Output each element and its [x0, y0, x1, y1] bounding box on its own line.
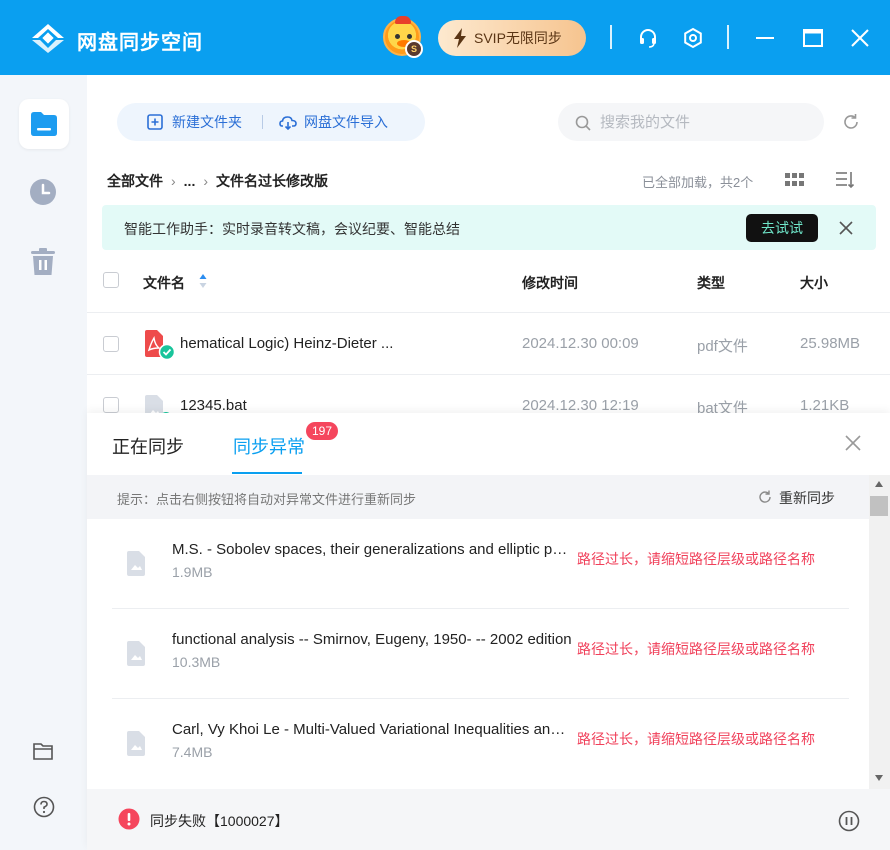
sidebar [0, 75, 87, 850]
list-item[interactable]: M.S. - Sobolev spaces, their generalizat… [112, 519, 849, 609]
file-name[interactable]: 12345.bat [180, 397, 247, 414]
breadcrumb-chevron-icon: › [203, 173, 209, 189]
file-name[interactable]: hematical Logic) Heinz-Dieter ... [180, 335, 393, 352]
column-header-name[interactable]: 文件名 [143, 273, 185, 293]
generic-file-icon [127, 641, 145, 666]
tab-syncing[interactable]: 正在同步 [112, 433, 184, 459]
minimize-icon[interactable] [754, 27, 776, 49]
error-message: 路径过长，请缩短路径层级或路径名称 [577, 731, 815, 747]
error-alert-icon [118, 808, 140, 830]
generic-file-icon [127, 551, 145, 576]
resync-button[interactable]: 重新同步 [779, 488, 835, 508]
scroll-up-icon[interactable] [874, 480, 884, 488]
banner-close-icon[interactable] [838, 220, 854, 236]
error-file-name: functional analysis -- Smirnov, Eugeny, … [172, 631, 572, 648]
list-item[interactable]: Carl, Vy Khoi Le - Multi-Valued Variatio… [112, 699, 849, 789]
list-item[interactable]: functional analysis -- Smirnov, Eugeny, … [112, 609, 849, 699]
titlebar-divider [727, 25, 729, 49]
search-box [558, 103, 824, 141]
try-button[interactable]: 去试试 [746, 214, 818, 242]
sort-icon[interactable] [835, 170, 855, 190]
import-label: 网盘文件导入 [304, 114, 388, 130]
sync-status-text: 同步失败【1000027】 [150, 813, 289, 829]
breadcrumb-ellipsis[interactable]: ... [184, 173, 196, 189]
close-icon[interactable] [849, 27, 871, 49]
new-folder-label: 新建文件夹 [172, 114, 242, 130]
sort-arrow-icon[interactable] [199, 273, 207, 289]
file-modified: 2024.12.30 00:09 [522, 335, 639, 352]
column-header-modified[interactable]: 修改时间 [522, 273, 578, 293]
breadcrumb-root[interactable]: 全部文件 [107, 171, 163, 191]
settings-icon[interactable] [682, 27, 704, 49]
svip-button[interactable]: SVIP无限同步 [438, 20, 586, 56]
error-file-name: Carl, Vy Khoi Le - Multi-Valued Variatio… [172, 721, 572, 738]
banner-text: 智能工作助手：实时录音转文稿，会议纪要、智能总结 [124, 221, 460, 237]
lightning-icon [454, 28, 466, 48]
cloud-import-icon [279, 116, 297, 130]
sidebar-item-files[interactable] [19, 99, 69, 149]
trash-icon[interactable] [30, 248, 56, 276]
help-icon[interactable] [33, 796, 55, 818]
breadcrumb-current: 文件名过长修改版 [216, 173, 329, 189]
error-file-size: 1.9MB [172, 564, 213, 580]
file-type: pdf文件 [697, 338, 748, 355]
recent-clock-icon[interactable] [29, 178, 57, 206]
generic-file-icon [127, 731, 145, 756]
error-message: 路径过长，请缩短路径层级或路径名称 [577, 551, 815, 567]
row-checkbox[interactable] [103, 336, 119, 352]
action-group: 新建文件夹 网盘文件导入 [117, 103, 425, 141]
status-footer: 同步失败【1000027】 [87, 789, 890, 850]
loaded-status: 已全部加载，共2个 [642, 175, 754, 190]
panel-close-icon[interactable] [845, 435, 861, 451]
search-input[interactable] [600, 111, 810, 133]
new-folder-icon [147, 114, 163, 130]
sync-panel: 正在同步 同步异常 197 提示：点击右侧按钮将自动对异常文件进行重新同步 重新… [87, 413, 890, 850]
column-header-size[interactable]: 大小 [800, 273, 828, 293]
select-all-checkbox[interactable] [103, 272, 119, 288]
error-file-size: 10.3MB [172, 654, 221, 670]
maximize-icon[interactable] [802, 27, 824, 49]
file-size: 1.21KB [800, 397, 850, 414]
action-divider [262, 115, 263, 129]
pdf-file-icon [145, 330, 176, 361]
titlebar-divider [610, 25, 612, 49]
scrollbar[interactable] [869, 475, 890, 789]
headset-icon[interactable] [637, 27, 659, 49]
error-file-size: 7.4MB [172, 744, 213, 760]
scroll-down-icon[interactable] [874, 774, 884, 782]
table-row[interactable]: hematical Logic) Heinz-Dieter ... 2024.1… [87, 313, 890, 375]
svip-label: SVIP无限同步 [474, 30, 562, 46]
tip-bar: 提示：点击右侧按钮将自动对异常文件进行重新同步 重新同步 [87, 475, 869, 519]
svip-level-badge: S [405, 40, 423, 58]
scrollbar-thumb[interactable] [870, 496, 888, 516]
column-header-type[interactable]: 类型 [697, 273, 725, 293]
title-bar: 网盘同步空间 S SVIP无限同步 [0, 0, 890, 75]
row-checkbox[interactable] [103, 397, 119, 413]
app-logo-icon [32, 24, 64, 53]
file-size: 25.98MB [800, 335, 861, 352]
folder-icon [31, 112, 57, 136]
breadcrumb-chevron-icon: › [171, 173, 176, 189]
tab-sync-errors[interactable]: 同步异常 [233, 433, 305, 459]
table-header: 文件名 修改时间 类型 大小 [87, 253, 890, 313]
error-count-badge: 197 [306, 422, 339, 440]
tip-text: 提示：点击右侧按钮将自动对异常文件进行重新同步 [117, 492, 417, 507]
active-tab-indicator [232, 472, 302, 474]
search-icon [575, 115, 591, 131]
error-message: 路径过长，请缩短路径层级或路径名称 [577, 641, 815, 657]
resync-icon [759, 490, 771, 503]
breadcrumb: 全部文件 › ... › 文件名过长修改版 [107, 171, 328, 191]
refresh-icon[interactable] [841, 112, 861, 132]
error-list: M.S. - Sobolev spaces, their generalizat… [87, 519, 869, 789]
app-title: 网盘同步空间 [77, 32, 203, 54]
assistant-banner: 智能工作助手：实时录音转文稿，会议纪要、智能总结 去试试 [102, 205, 876, 250]
error-file-name: M.S. - Sobolev spaces, their generalizat… [172, 541, 572, 558]
grid-view-icon[interactable] [784, 172, 804, 188]
pause-icon[interactable] [838, 810, 860, 832]
file-modified: 2024.12.30 12:19 [522, 397, 639, 414]
folder-outline-icon[interactable] [33, 742, 53, 760]
